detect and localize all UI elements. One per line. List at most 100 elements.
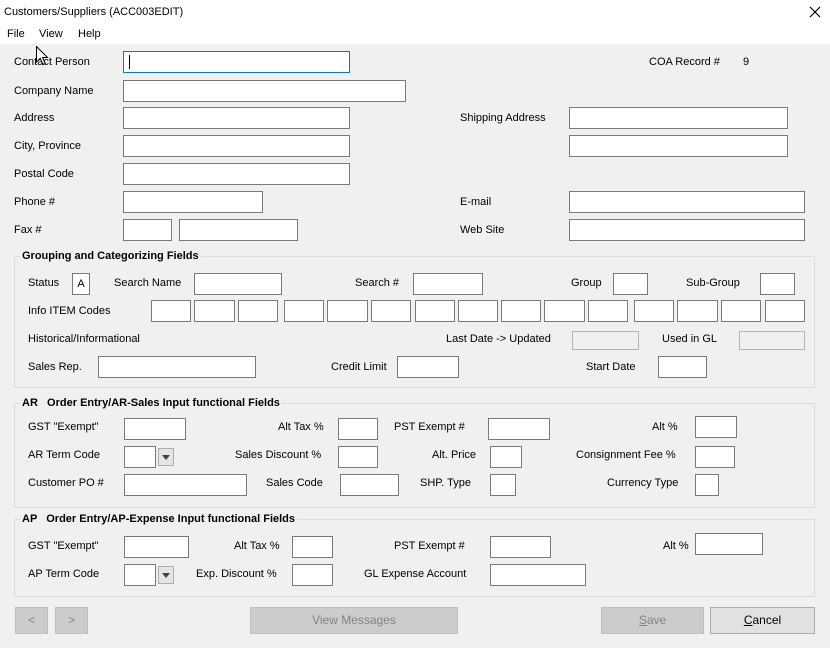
phone-input[interactable]: [123, 191, 263, 213]
contact-person-label: Contact Person: [14, 56, 90, 68]
credit-limit-label: Credit Limit: [331, 361, 387, 373]
info-item-code-input[interactable]: [458, 300, 498, 322]
ar-gst-exempt-input[interactable]: [124, 418, 186, 440]
ap-alt-tax-input[interactable]: [292, 536, 333, 558]
ap-gl-expense-account-label: GL Expense Account: [364, 568, 467, 580]
ar-pst-exempt-input[interactable]: [488, 418, 550, 440]
ar-term-code-dropdown-button[interactable]: [158, 448, 174, 466]
ap-gst-exempt-input[interactable]: [124, 536, 189, 558]
window-title: Customers/Suppliers (ACC003EDIT): [4, 6, 184, 18]
close-button[interactable]: [809, 6, 821, 18]
ar-currency-type-input[interactable]: [695, 474, 719, 496]
ap-exp-discount-input[interactable]: [292, 564, 333, 586]
shipping-address-line1-input[interactable]: [569, 107, 788, 129]
view-messages-button-label: View Messages: [312, 613, 396, 627]
info-item-code-input[interactable]: [501, 300, 541, 322]
web-site-input[interactable]: [569, 219, 805, 241]
ap-gst-exempt-label: GST "Exempt": [28, 540, 99, 552]
ar-alt-pct-input[interactable]: [695, 416, 737, 438]
info-item-code-input[interactable]: [677, 300, 718, 322]
ap-term-code-dropdown-button[interactable]: [158, 566, 174, 584]
ar-term-code-label: AR Term Code: [28, 449, 100, 461]
info-item-code-input[interactable]: [151, 300, 191, 322]
fax-number-input[interactable]: [179, 219, 298, 241]
view-messages-button[interactable]: View Messages: [250, 607, 458, 634]
search-number-input[interactable]: [413, 273, 483, 295]
start-date-input[interactable]: [658, 356, 707, 378]
sub-group-input[interactable]: [760, 273, 795, 295]
next-button[interactable]: >: [55, 607, 88, 634]
info-item-code-input[interactable]: [721, 300, 761, 322]
ar-groupbox-title: AR Order Entry/AR-Sales Input functional…: [20, 396, 282, 410]
ar-alt-tax-input[interactable]: [338, 418, 378, 440]
search-number-label: Search #: [355, 277, 400, 289]
historical-informational-label: Historical/Informational: [28, 333, 140, 345]
shipping-address-line2-input[interactable]: [569, 135, 788, 157]
city-province-label: City, Province: [14, 140, 82, 152]
cancel-button[interactable]: Cancel: [710, 607, 815, 634]
sales-rep-input[interactable]: [98, 356, 256, 378]
previous-button-label: <: [27, 613, 35, 627]
ar-sales-discount-input[interactable]: [338, 446, 378, 468]
ar-alt-price-label: Alt. Price: [432, 449, 477, 461]
search-name-input[interactable]: [194, 273, 282, 295]
fax-label: Fax #: [14, 224, 42, 236]
info-item-code-input[interactable]: [327, 300, 368, 322]
chevron-down-icon: [162, 572, 170, 578]
company-name-label: Company Name: [14, 85, 94, 97]
address-input[interactable]: [123, 107, 350, 129]
info-item-code-input[interactable]: [415, 300, 455, 322]
city-province-input[interactable]: [123, 135, 350, 157]
menu-view[interactable]: View: [39, 27, 63, 41]
previous-button[interactable]: <: [15, 607, 48, 634]
web-site-label: Web Site: [460, 224, 505, 236]
ar-currency-type-label: Currency Type: [607, 477, 679, 489]
ar-consignment-fee-label: Consignment Fee %: [576, 449, 676, 461]
address-label: Address: [14, 112, 55, 124]
email-label: E-mail: [460, 196, 492, 208]
ar-sales-code-input[interactable]: [340, 474, 399, 496]
phone-label: Phone #: [14, 196, 55, 208]
info-item-codes-label: Info ITEM Codes: [28, 305, 111, 317]
search-name-label: Search Name: [114, 277, 182, 289]
info-item-code-input[interactable]: [194, 300, 235, 322]
next-button-label: >: [67, 613, 75, 627]
ap-alt-tax-label: Alt Tax %: [234, 540, 280, 552]
save-button[interactable]: Save: [601, 607, 704, 634]
ar-sales-discount-label: Sales Discount %: [235, 449, 322, 461]
coa-record-label: COA Record #: [649, 56, 720, 68]
ar-alt-tax-label: Alt Tax %: [278, 421, 324, 433]
menu-help[interactable]: Help: [78, 27, 101, 41]
credit-limit-input[interactable]: [397, 356, 459, 378]
ap-alt-pct-input[interactable]: [695, 533, 763, 555]
ar-alt-price-input[interactable]: [490, 446, 522, 468]
title-bar: Customers/Suppliers (ACC003EDIT): [0, 0, 830, 24]
ap-term-code-combo[interactable]: [124, 564, 156, 586]
contact-person-input[interactable]: [123, 51, 350, 73]
ar-shp-type-input[interactable]: [490, 474, 516, 496]
menu-file[interactable]: File: [7, 27, 25, 41]
status-input[interactable]: [72, 273, 90, 295]
ar-term-code-combo[interactable]: [124, 446, 156, 468]
info-item-code-input[interactable]: [634, 300, 674, 322]
ar-customer-po-input[interactable]: [124, 474, 247, 496]
ap-pst-exempt-input[interactable]: [490, 536, 551, 558]
group-input[interactable]: [613, 273, 648, 295]
ap-groupbox-title: AP Order Entry/AP-Expense Input function…: [20, 512, 298, 526]
ar-consignment-fee-input[interactable]: [695, 446, 735, 468]
shipping-address-label: Shipping Address: [460, 112, 546, 124]
ap-alt-pct-label: Alt %: [663, 540, 689, 552]
info-item-code-input[interactable]: [284, 300, 324, 322]
info-item-code-input[interactable]: [588, 300, 628, 322]
postal-code-input[interactable]: [123, 163, 350, 185]
info-item-code-input[interactable]: [371, 300, 411, 322]
ar-sales-code-label: Sales Code: [266, 477, 323, 489]
ap-gl-expense-account-input[interactable]: [490, 564, 586, 586]
close-icon: [809, 6, 821, 18]
info-item-code-input[interactable]: [544, 300, 585, 322]
info-item-code-input[interactable]: [238, 300, 278, 322]
info-item-code-input[interactable]: [765, 300, 805, 322]
fax-area-input[interactable]: [123, 219, 172, 241]
company-name-input[interactable]: [123, 80, 406, 102]
email-input[interactable]: [569, 191, 805, 213]
